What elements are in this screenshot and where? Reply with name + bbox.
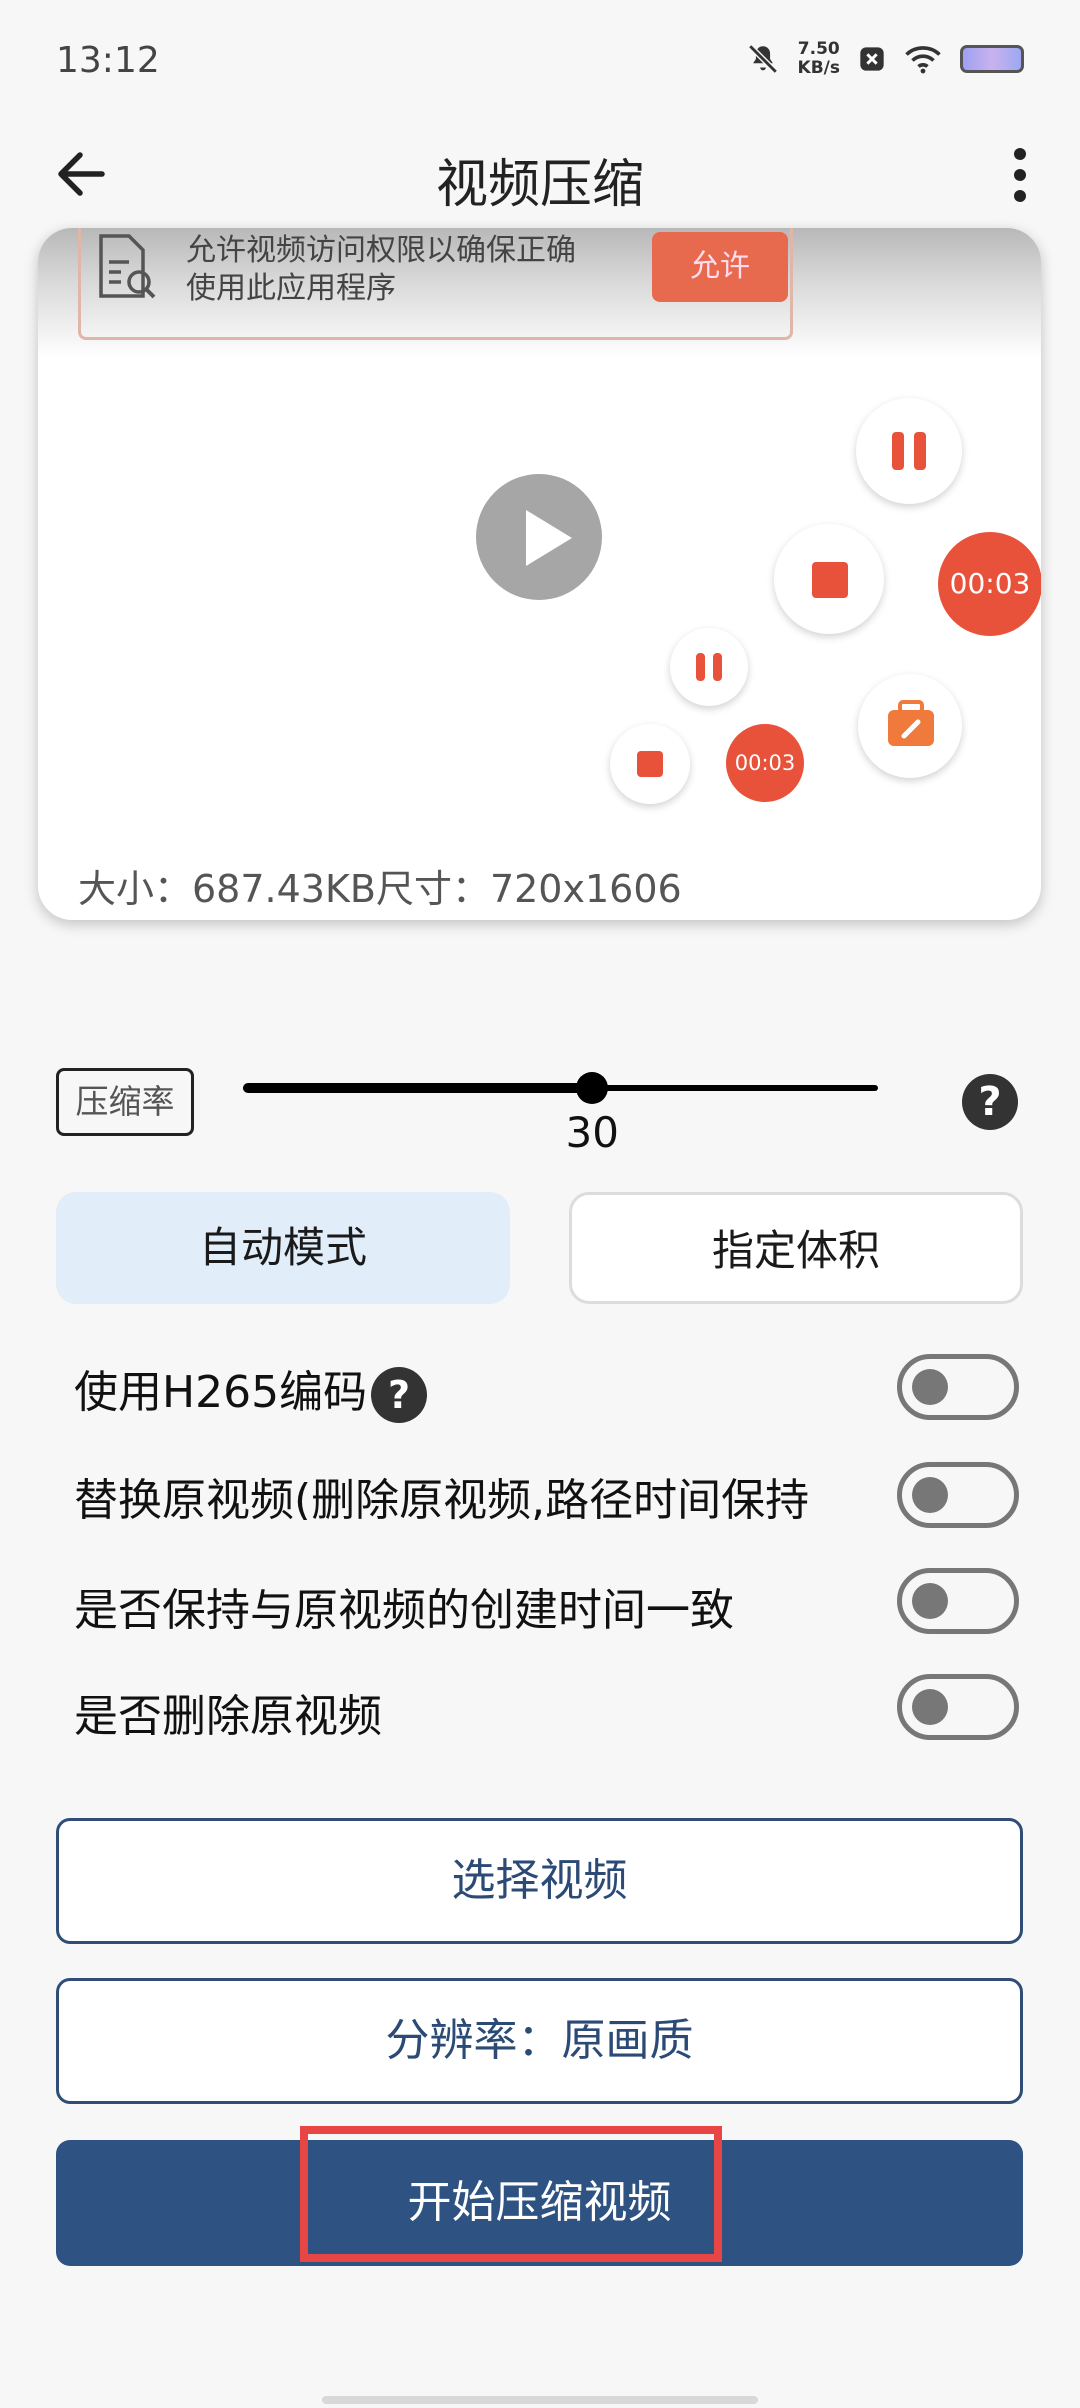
stop-icon [637,751,663,777]
play-icon[interactable] [476,474,602,600]
gesture-handle [322,2396,758,2404]
compression-rate-value: 30 [565,1108,619,1157]
thumbnail-stop-bubble-small [610,724,690,804]
resolution-button[interactable]: 分辨率：原画质 [56,1978,1023,2104]
option-delete-original: 是否删除原视频 [74,1680,382,1744]
toggle-knob [912,1583,948,1619]
app-bar: 视频压缩 [0,120,1080,230]
permission-line-2: 使用此应用程序 [186,271,396,306]
mute-bell-icon [747,44,778,74]
net-speed: 7.50 KB/s [798,40,840,78]
net-speed-unit: KB/s [797,58,840,78]
highlight-box [300,2126,722,2262]
target-size-button[interactable]: 指定体积 [569,1192,1023,1304]
thumbnail-stop-bubble [774,524,884,634]
option-delete-label: 是否删除原视频 [74,1691,382,1742]
toggle-replace-original[interactable] [897,1462,1019,1528]
stop-icon [812,562,848,598]
permission-line-1: 允许视频访问权限以确保正确 [186,233,576,268]
pause-icon-bar [696,653,705,681]
toggle-h265[interactable] [897,1354,1019,1420]
option-replace-original: 替换原视频(删除原视频,路径时间保持 [74,1464,809,1520]
toggle-knob [912,1689,948,1725]
compression-rate-label: 压缩率 [56,1068,194,1136]
option-h265: 使用H265编码? [74,1356,428,1423]
option-keep-created-time: 是否保持与原视频的创建时间一致 [74,1574,734,1638]
h265-help-icon[interactable]: ? [371,1367,428,1423]
page-title: 视频压缩 [435,155,644,215]
thumbnail-tool-bubble [858,674,962,778]
option-replace-label: 替换原视频(删除原视频,路径时间保持 [74,1475,810,1520]
pause-icon-bar [892,432,904,470]
compression-slider-thumb[interactable] [576,1072,609,1104]
toolbox-icon [888,700,934,746]
pause-icon-bar [713,653,722,681]
thumbnail-pause-bubble [856,398,962,504]
status-bar: 13:12 7.50 KB/s [0,0,1080,120]
permission-banner-text: 允许视频访问权限以确保正确 使用此应用程序 [186,232,576,308]
select-video-button[interactable]: 选择视频 [56,1818,1023,1944]
toggle-keep-created-time[interactable] [897,1568,1019,1634]
toggle-knob [912,1477,948,1513]
compression-slider-fill [243,1083,593,1093]
document-search-icon [99,234,156,299]
toggle-delete-original[interactable] [897,1674,1019,1740]
option-keep-time-label: 是否保持与原视频的创建时间一致 [74,1585,734,1636]
compression-help-icon[interactable]: ? [962,1074,1018,1130]
permission-banner: 允许视频访问权限以确保正确 使用此应用程序 允许 [38,228,1041,358]
no-sim-icon [860,47,884,71]
pause-icon-bar [914,432,926,470]
auto-mode-button[interactable]: 自动模式 [56,1192,510,1304]
thumbnail-pause-bubble-small [670,628,748,706]
allow-button[interactable]: 允许 [652,232,788,302]
video-preview-card[interactable]: 允许视频访问权限以确保正确 使用此应用程序 允许 00:03 00:03 大小：… [38,228,1041,920]
wifi-icon [905,46,941,74]
status-icons: 7.50 KB/s [746,40,1024,78]
option-h265-label: 使用H265编码 [74,1367,368,1418]
toggle-knob [912,1369,948,1405]
thumbnail-timer-small: 00:03 [726,724,804,802]
net-speed-value: 7.50 [797,39,840,59]
battery-icon [960,45,1024,73]
more-vert-icon[interactable] [990,140,1050,210]
thumbnail-timer-large: 00:03 [938,532,1041,636]
status-time: 13:12 [56,40,160,81]
video-size-info: 大小：687.43KB尺寸：720x1606 [78,867,682,911]
